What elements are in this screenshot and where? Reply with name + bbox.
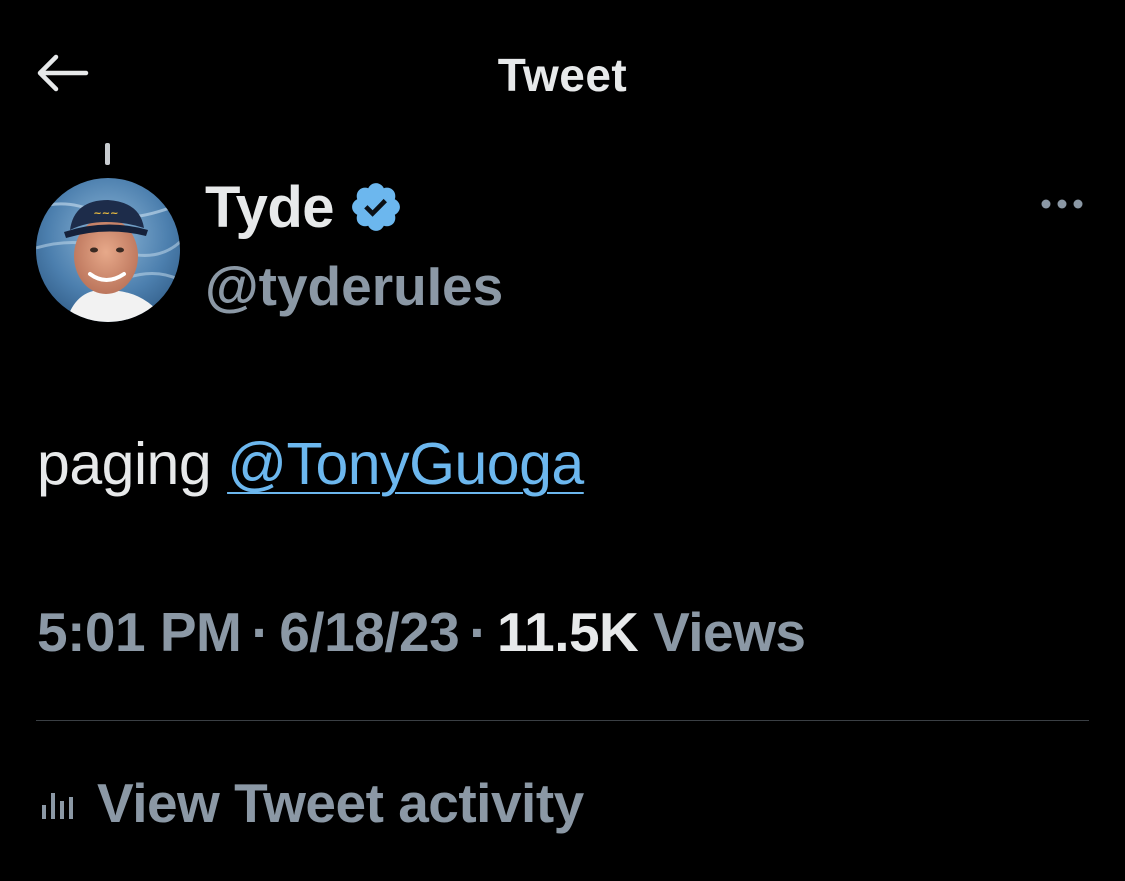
avatar[interactable]: ~~~ [36,178,180,322]
top-bar: Tweet [0,0,1125,150]
tweet-text-prefix: paging [37,431,228,497]
author-handle[interactable]: @tyderuIes [205,254,503,318]
views-label: Views [653,601,806,663]
page-title: Tweet [497,49,628,101]
view-tweet-activity-button[interactable]: View Tweet activity [37,765,584,840]
tweet-text: paging @TonyGuoga [37,430,584,498]
tweet-time[interactable]: 5:01 PM [37,601,242,663]
verified-badge-icon[interactable] [348,179,404,235]
tweet-metadata: 5:01 PM · 6/18/23 · 11.5K Views [37,600,806,664]
svg-text:~~~: ~~~ [93,208,118,219]
more-options-button[interactable] [1030,184,1094,228]
meta-separator: · [469,601,488,663]
author-name[interactable]: Tyde [205,174,335,241]
author-name-row: Tyde [205,172,404,242]
thread-connector-line [105,143,110,165]
bar-chart-icon [37,781,81,825]
mention-link[interactable]: @TonyGuoga [227,431,584,497]
views-count: 11.5K [497,601,639,663]
divider [36,720,1089,721]
meta-separator: · [251,601,270,663]
more-options-icon [1040,197,1084,215]
tweet-date[interactable]: 6/18/23 [279,601,460,663]
activity-label: View Tweet activity [97,771,584,834]
